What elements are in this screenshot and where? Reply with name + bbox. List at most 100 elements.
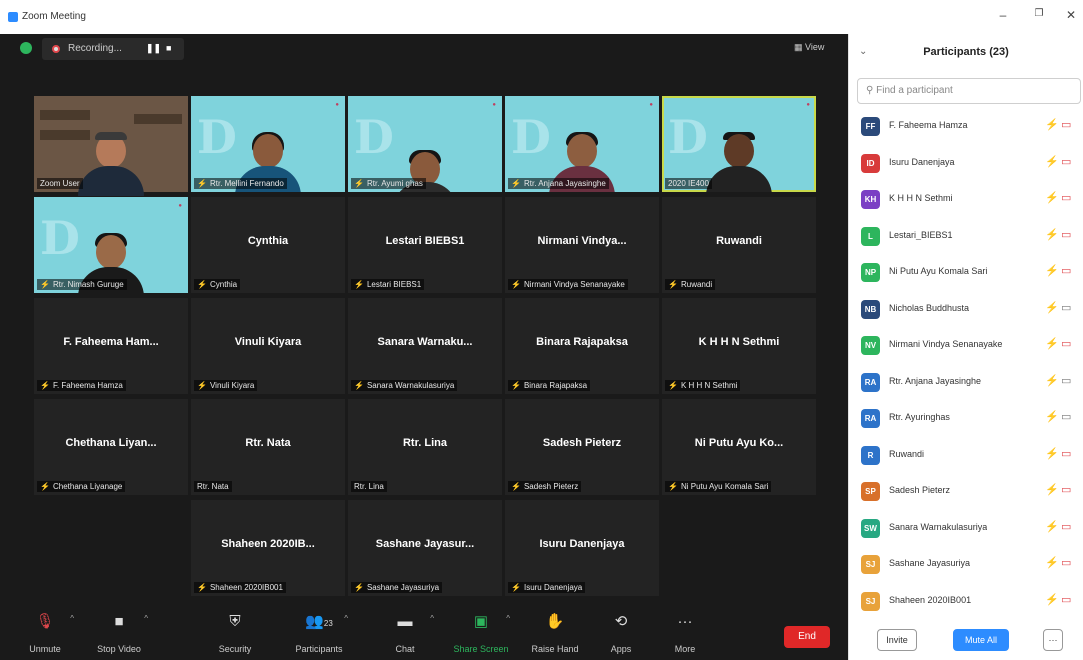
pause-recording-button[interactable]: ❚❚	[146, 43, 161, 54]
muted-mic-icon[interactable]: ⚡	[1045, 556, 1059, 569]
participant-tile[interactable]: Rtr. Lina Rtr. Lina	[348, 399, 502, 495]
share-screen-button[interactable]: ▣ ^ Share Screen	[446, 604, 516, 660]
video-camera-icon[interactable]: ▭	[1061, 191, 1071, 204]
muted-mic-icon[interactable]: ⚡	[1045, 155, 1059, 168]
participant-row[interactable]: SJ Shaheen 2020IB001 ⚡ ▭	[849, 583, 1083, 620]
avatar: RA	[861, 409, 880, 428]
participants-footer: Invite Mute All ···	[849, 624, 1083, 660]
muted-mic-icon[interactable]: ⚡	[1045, 228, 1059, 241]
muted-mic-icon[interactable]: ⚡	[1045, 374, 1059, 387]
participant-row[interactable]: L Lestari_BIEBS1 ⚡ ▭	[849, 218, 1083, 255]
participant-row[interactable]: KH K H H N Sethmi ⚡ ▭	[849, 181, 1083, 218]
panel-more-button[interactable]: ···	[1043, 629, 1063, 651]
participant-row[interactable]: RA Rtr. Anjana Jayasinghe ⚡ ▭	[849, 364, 1083, 401]
participant-row[interactable]: R Ruwandi ⚡ ▭	[849, 437, 1083, 474]
muted-mic-icon[interactable]: ⚡	[1045, 118, 1059, 131]
participant-tile[interactable]: Ruwandi ⚡ Ruwandi	[662, 197, 816, 293]
participant-row[interactable]: NV Nirmani Vindya Senanayake ⚡ ▭	[849, 327, 1083, 364]
video-camera-icon[interactable]: ▭	[1061, 483, 1071, 496]
video-camera-icon[interactable]: ▭	[1061, 556, 1071, 569]
share-options-caret[interactable]: ^	[506, 614, 510, 623]
video-tile[interactable]: D ● ⚡ Rtr. Mellini Fernando	[191, 96, 345, 192]
muted-mic-icon[interactable]: ⚡	[1045, 264, 1059, 277]
active-speaker-tile[interactable]: D ● 2020 IE400	[662, 96, 816, 192]
close-button[interactable]: ✕	[1062, 8, 1080, 22]
participant-tile[interactable]: Shaheen 2020IB... ⚡ Shaheen 2020IB001	[191, 500, 345, 596]
video-camera-icon[interactable]: ▭	[1061, 374, 1071, 387]
stop-video-button[interactable]: ■ ^ Stop Video	[84, 604, 154, 660]
video-camera-icon[interactable]: ▭	[1061, 410, 1071, 423]
participant-row[interactable]: SP Sadesh Pieterz ⚡ ▭	[849, 473, 1083, 510]
participant-row[interactable]: RA Rtr. Ayuringhas ⚡ ▭	[849, 400, 1083, 437]
muted-mic-icon[interactable]: ⚡	[1045, 520, 1059, 533]
security-shield-icon[interactable]	[20, 42, 32, 54]
video-options-caret[interactable]: ^	[144, 614, 148, 623]
invite-button[interactable]: Invite	[877, 629, 917, 651]
recording-indicator: Recording... ❚❚ ■	[42, 38, 184, 60]
muted-mic-icon[interactable]: ⚡	[1045, 337, 1059, 350]
video-camera-icon[interactable]: ▭	[1061, 264, 1071, 277]
participant-tile[interactable]: Ni Putu Ayu Ko... ⚡ Ni Putu Ayu Komala Sa…	[662, 399, 816, 495]
participants-button[interactable]: 👥23 ^ Participants	[284, 604, 354, 660]
video-camera-icon[interactable]: ▭	[1061, 155, 1071, 168]
participant-tile[interactable]: Sanara Warnaku... ⚡ Sanara Warnakulasuriy…	[348, 298, 502, 394]
video-camera-icon[interactable]: ▭	[1061, 228, 1071, 241]
participant-row[interactable]: FF F. Faheema Hamza ⚡ ▭	[849, 108, 1083, 145]
stop-recording-button[interactable]: ■	[166, 43, 171, 53]
participant-row[interactable]: NP Ni Putu Ayu Komala Sari ⚡ ▭	[849, 254, 1083, 291]
participant-tile[interactable]: Isuru Danenjaya ⚡ Isuru Danenjaya	[505, 500, 659, 596]
participant-tile[interactable]: F. Faheema Ham... ⚡ F. Faheema Hamza	[34, 298, 188, 394]
chat-options-caret[interactable]: ^	[430, 614, 434, 623]
participant-tile[interactable]: Sadesh Pieterz ⚡ Sadesh Pieterz	[505, 399, 659, 495]
muted-mic-icon[interactable]: ⚡	[1045, 483, 1059, 496]
security-button[interactable]: ⛨ Security	[200, 604, 270, 660]
participant-tile[interactable]: Rtr. Nata Rtr. Nata	[191, 399, 345, 495]
muted-mic-icon[interactable]: ⚡	[1045, 410, 1059, 423]
participant-tile[interactable]: Binara Rajapaksa ⚡ Binara Rajapaksa	[505, 298, 659, 394]
muted-mic-icon[interactable]: ⚡	[1045, 447, 1059, 460]
video-camera-icon[interactable]: ▭	[1061, 447, 1071, 460]
view-button[interactable]: ▦ View	[794, 42, 824, 53]
video-camera-icon[interactable]: ▭	[1061, 593, 1071, 606]
unmute-button[interactable]: 🎙 ^ Unmute	[10, 604, 80, 660]
participant-tile[interactable]: Nirmani Vindya... ⚡ Nirmani Vindya Senana…	[505, 197, 659, 293]
tile-name-label: ⚡ Rtr. Anjana Jayasinghe	[508, 178, 609, 189]
mute-all-button[interactable]: Mute All	[953, 629, 1009, 651]
chat-button[interactable]: ▬ ^ Chat	[370, 604, 440, 660]
video-tile[interactable]: D ● ⚡ Rtr. Nimash Guruge	[34, 197, 188, 293]
participant-row[interactable]: NB Nicholas Buddhusta ⚡ ▭	[849, 291, 1083, 328]
search-placeholder: Find a participant	[876, 85, 953, 96]
participant-search-input[interactable]: ⚲ Find a participant	[857, 78, 1081, 104]
muted-mic-icon: ⚡	[40, 381, 50, 390]
participant-tile[interactable]: Lestari BIEBS1 ⚡ Lestari BIEBS1	[348, 197, 502, 293]
participant-tile[interactable]: Chethana Liyan... ⚡ Chethana Liyanage	[34, 399, 188, 495]
participant-tile[interactable]: Cynthia ⚡ Cynthia	[191, 197, 345, 293]
restore-button[interactable]: ❐	[1030, 8, 1048, 19]
more-button[interactable]: ··· More	[650, 604, 720, 660]
audio-options-caret[interactable]: ^	[70, 614, 74, 623]
muted-mic-icon[interactable]: ⚡	[1045, 191, 1059, 204]
video-camera-icon[interactable]: ▭	[1061, 118, 1071, 131]
participant-row[interactable]: ID Isuru Danenjaya ⚡ ▭	[849, 145, 1083, 182]
muted-mic-icon: ⚡	[668, 280, 678, 289]
minimize-button[interactable]: –	[994, 8, 1012, 22]
participant-tile[interactable]: Vinuli Kiyara ⚡ Vinuli Kiyara	[191, 298, 345, 394]
end-meeting-button[interactable]: End	[784, 626, 830, 648]
participant-tile[interactable]: Sashane Jayasur... ⚡ Sashane Jayasuriya	[348, 500, 502, 596]
participants-options-caret[interactable]: ^	[344, 614, 348, 623]
raise-hand-button[interactable]: ✋ Raise Hand	[520, 604, 590, 660]
participant-name: Nicholas Buddhusta	[889, 302, 970, 313]
avatar: ID	[861, 153, 880, 173]
muted-mic-icon[interactable]: ⚡	[1045, 593, 1059, 606]
participant-row[interactable]: SJ Sashane Jayasuriya ⚡ ▭	[849, 546, 1083, 583]
apps-button[interactable]: ⟲ Apps	[586, 604, 656, 660]
video-tile[interactable]: D ● ⚡ Rtr. Ayumi ghas	[348, 96, 502, 192]
participant-row[interactable]: SW Sanara Warnakulasuriya ⚡ ▭	[849, 510, 1083, 547]
video-tile[interactable]: D ● ⚡ Rtr. Anjana Jayasinghe	[505, 96, 659, 192]
video-camera-icon[interactable]: ▭	[1061, 301, 1071, 314]
participant-tile[interactable]: K H H N Sethmi ⚡ K H H N Sethmi	[662, 298, 816, 394]
video-camera-icon[interactable]: ▭	[1061, 337, 1071, 350]
muted-mic-icon[interactable]: ⚡	[1045, 301, 1059, 314]
video-camera-icon[interactable]: ▭	[1061, 520, 1071, 533]
video-tile[interactable]: Zoom User	[34, 96, 188, 196]
